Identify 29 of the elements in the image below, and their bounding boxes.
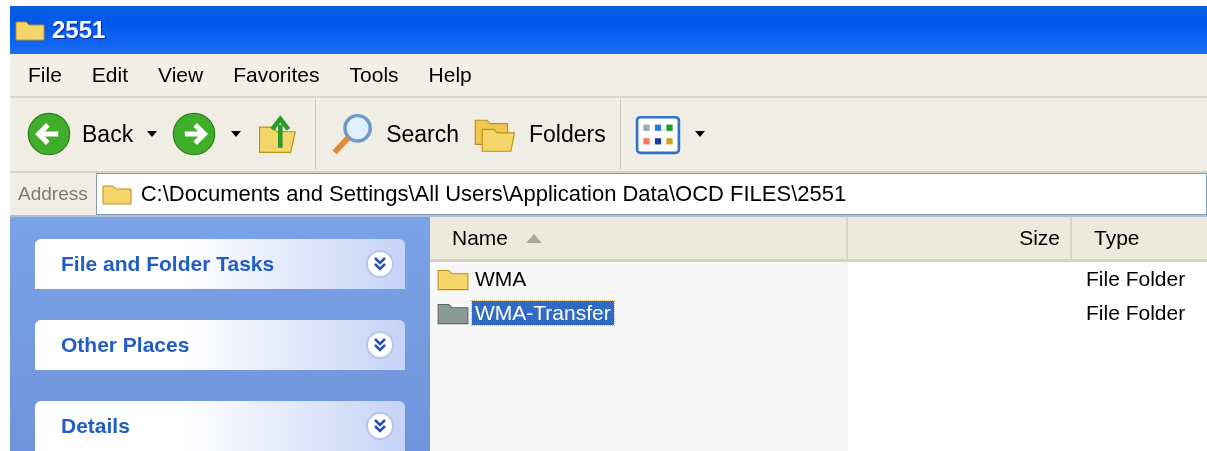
column-header[interactable]: Type [1072, 217, 1207, 259]
column-header[interactable]: Size [848, 217, 1072, 259]
caret-icon[interactable] [231, 131, 242, 138]
forward-button[interactable] [171, 111, 242, 158]
file-type: File Folder [1086, 267, 1186, 291]
back-button[interactable]: Back [26, 111, 158, 158]
column-header[interactable]: Name [430, 217, 848, 259]
task-panel-header[interactable]: Other Places [35, 320, 405, 370]
address-label: Address [17, 182, 89, 205]
window-title: 2551 [52, 15, 106, 44]
menu-item[interactable]: Edit [91, 62, 129, 87]
file-name[interactable]: WMA-Transfer [472, 301, 614, 325]
chevron-icon[interactable] [365, 249, 395, 279]
address-field[interactable]: C:\Documents and Settings\All Users\Application Data\OCD FILES\2551 [95, 172, 1207, 215]
caret-icon[interactable] [694, 131, 705, 138]
folders-button[interactable]: Folders [473, 111, 606, 158]
menu-item[interactable]: View [158, 62, 204, 87]
file-type: File Folder [1086, 301, 1186, 325]
task-panel-header[interactable]: Details [35, 401, 405, 451]
caret-icon[interactable] [147, 131, 158, 138]
menu-item[interactable]: File [28, 62, 62, 87]
file-name[interactable]: WMA [472, 267, 530, 291]
search-button[interactable]: Search [330, 111, 459, 158]
chevron-icon[interactable] [365, 411, 395, 441]
menu-item[interactable]: Favorites [233, 62, 320, 87]
menu-item[interactable]: Help [428, 62, 472, 87]
menu-item[interactable]: Tools [349, 62, 399, 87]
task-panel-header[interactable]: File and Folder Tasks [35, 239, 405, 289]
chevron-icon[interactable] [365, 330, 395, 360]
